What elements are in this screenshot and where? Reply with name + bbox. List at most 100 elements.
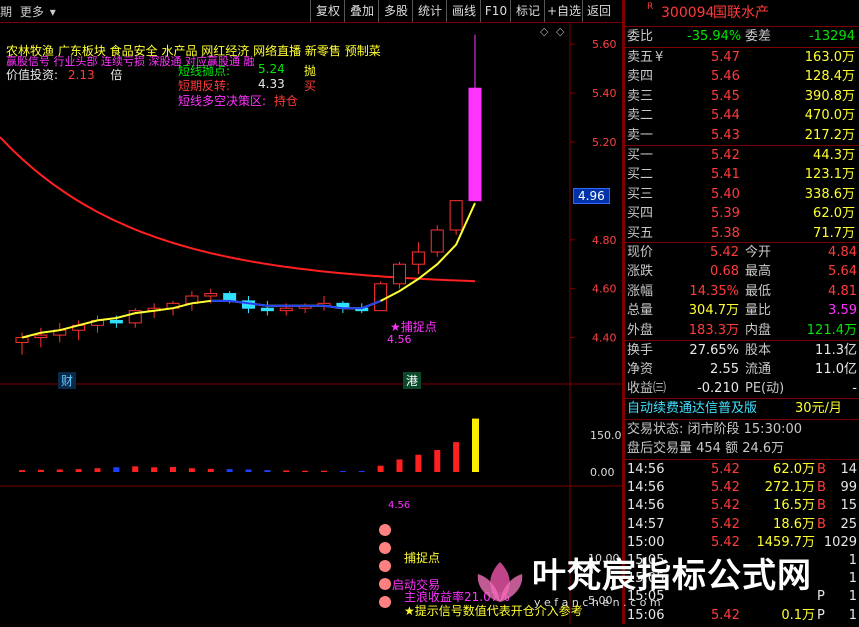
stat-value: 183.3万 xyxy=(688,322,739,338)
toolbar-button[interactable]: 返回 xyxy=(582,0,615,22)
price-tick-label: 5.40 xyxy=(592,87,617,100)
bid-price: 5.41 xyxy=(711,167,740,183)
bid-label: 买五 xyxy=(627,225,654,241)
value-invest-value: 2.13 xyxy=(67,68,95,82)
ma-short-blue-segment xyxy=(210,299,381,310)
info-row: 收益㈢ -0.210 PE(动) - xyxy=(625,379,859,399)
value-invest-label: 价值投资: xyxy=(6,68,59,82)
ask-label: 卖一 xyxy=(627,127,654,143)
toolbar-button[interactable]: 复权 xyxy=(310,0,345,22)
value-invest-unit: 倍 xyxy=(110,68,123,82)
volume-bar xyxy=(245,469,252,472)
stat-row: 总量 304.7万 量比 3.59 xyxy=(625,301,859,321)
diamond-icon: ◇ xyxy=(556,25,565,38)
tick-time: 14:57 xyxy=(627,516,665,532)
ask-row[interactable]: 卖一 5.43 217.2万 xyxy=(625,126,859,146)
tick-count: 1 xyxy=(848,607,857,623)
bid-label: 买一 xyxy=(627,148,654,163)
bid-row[interactable]: 买四 5.39 62.0万 xyxy=(625,204,859,224)
toolbar-button[interactable]: 多股 xyxy=(378,0,413,22)
ask-mark: ¥ xyxy=(655,50,664,65)
tick-row: 14:56 5.42 62.0万 B 14 xyxy=(625,460,859,480)
current-price-tag: 4.96 xyxy=(573,188,610,204)
short-rev-value: 4.33 xyxy=(258,77,285,91)
info-label: 收益㈢ xyxy=(627,381,667,396)
volume-bar xyxy=(283,470,290,472)
tick-side: B xyxy=(817,498,826,514)
chart-canvas[interactable]: ◇◇5.605.405.204.804.604.40150.000.0010.0… xyxy=(0,22,629,624)
toolbar-button[interactable]: 统计 xyxy=(412,0,447,22)
tick-side: B xyxy=(817,462,826,477)
candle-body xyxy=(279,307,293,312)
info-label: 股本 xyxy=(745,343,772,358)
stat-value: 0.68 xyxy=(710,264,739,280)
volume-bar xyxy=(472,418,479,472)
finance-tag[interactable]: 财 xyxy=(58,372,77,389)
tick-count: 1 xyxy=(848,571,857,587)
toolbar-button[interactable]: 叠加 xyxy=(344,0,379,22)
tick-side: B xyxy=(817,480,826,496)
bid-row[interactable]: 买二 5.41 123.1万 xyxy=(625,165,859,185)
value-invest: 价值投资: 2.13 倍 xyxy=(6,66,122,83)
candle-body xyxy=(393,263,406,285)
tick-count: 1 xyxy=(848,553,857,568)
lower-capture-value: 4.56 xyxy=(388,500,411,511)
bid-label: 买三 xyxy=(627,186,654,202)
ask-row[interactable]: 卖五 ¥5.47 163.0万 xyxy=(625,48,859,68)
tick-row: 14:56 5.42 272.1万 B 99 xyxy=(625,478,859,498)
short-zone-label: 短线多空决策区: xyxy=(178,94,267,108)
stat-row: 涨跌 0.68 最高 5.64 xyxy=(625,262,859,282)
info-value: -0.210 xyxy=(697,381,739,396)
ad-price[interactable]: 30元/月 xyxy=(795,399,842,419)
toolbar-button[interactable]: 画线 xyxy=(446,0,481,22)
top-toolbar: 期 更多 ▾ 复权 叠加 多股 统计 画线 F10 标记 +自选 返回 xyxy=(0,0,622,23)
stat-row: 外盘 183.3万 内盘 121.4万 xyxy=(625,321,859,341)
period-label: 期 xyxy=(0,5,13,19)
price-tick-label: 4.40 xyxy=(592,332,617,345)
stat-value: 121.4万 xyxy=(806,322,857,338)
short-point-value: 5.24 xyxy=(258,62,285,76)
hk-connect-tag[interactable]: 港 xyxy=(403,372,422,389)
ask-price: 5.44 xyxy=(711,108,740,124)
bid-row[interactable]: 买一 5.42 44.3万 xyxy=(625,146,859,166)
candle-body xyxy=(411,251,425,265)
stat-value: 4.84 xyxy=(828,245,857,260)
chevron-down-icon[interactable]: ▾ xyxy=(50,5,56,19)
stat-value: 3.59 xyxy=(828,303,857,319)
bid-label: 买二 xyxy=(627,167,654,183)
candle-body xyxy=(15,337,29,343)
volume-bar xyxy=(170,466,176,472)
ask-label: 卖三 xyxy=(627,88,654,104)
toolbar-button[interactable]: F10 xyxy=(480,0,511,22)
kline-chart-area[interactable]: ◇◇5.605.405.204.804.604.40150.000.0010.0… xyxy=(0,22,629,624)
candle-body xyxy=(449,200,463,231)
bid-volume: 338.6万 xyxy=(804,186,855,202)
more-button[interactable]: 更多 xyxy=(20,5,44,19)
candle-body xyxy=(223,293,237,302)
stat-label: 最低 xyxy=(745,283,772,299)
stat-value: 304.7万 xyxy=(688,303,739,319)
short-point-label: 短线抛点: xyxy=(178,64,231,78)
ask-row[interactable]: 卖二 5.44 470.0万 xyxy=(625,106,859,126)
stat-row: 涨幅 14.35% 最低 4.81 xyxy=(625,282,859,302)
bid-label: 买四 xyxy=(627,206,654,222)
ad-text[interactable]: 自动续费通达信普及版 xyxy=(627,399,757,419)
toolbar-button[interactable]: 标记 xyxy=(510,0,545,22)
price-tick-label: 5.20 xyxy=(592,136,617,149)
signal-icon xyxy=(379,578,391,590)
volume-tick-label: 0.00 xyxy=(590,466,615,479)
bid-volume: 71.7万 xyxy=(813,225,855,241)
ask-row[interactable]: 卖三 5.45 390.8万 xyxy=(625,87,859,107)
stat-row: 现价 5.42 今开 4.84 xyxy=(625,243,859,263)
bid-row[interactable]: 买三 5.40 338.6万 xyxy=(625,185,859,205)
bid-row[interactable]: 买五 5.38 71.7万 xyxy=(625,224,859,244)
tick-volume: 16.5万 xyxy=(773,498,815,514)
stat-label: 最高 xyxy=(745,264,772,280)
stat-value: 5.42 xyxy=(710,245,739,260)
short-rev-action: 买 xyxy=(304,79,317,93)
ad-row[interactable]: 自动续费通达信普及版 30元/月 xyxy=(625,399,859,419)
ask-row[interactable]: 卖四 5.46 128.4万 xyxy=(625,67,859,87)
tick-time: 14:56 xyxy=(627,498,665,514)
toolbar-button[interactable]: +自选 xyxy=(544,0,583,22)
stock-header: R 300094 国联水产 xyxy=(625,2,859,24)
